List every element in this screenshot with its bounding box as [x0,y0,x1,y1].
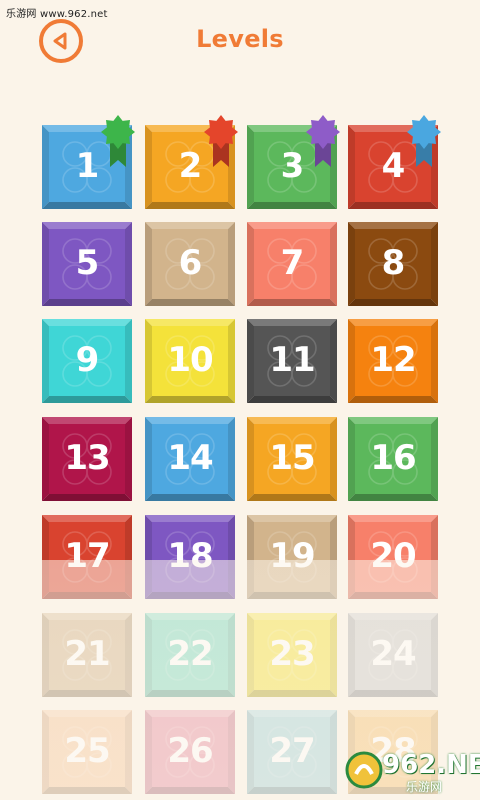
level-number: 23 [269,634,315,675]
level-tile[interactable]: 3 [247,115,340,209]
level-tile[interactable]: 23 [247,613,337,697]
watermark-logo: 962.NET 乐游网 [344,748,480,794]
level-number: 25 [64,731,110,772]
level-tile[interactable]: 20 [348,515,438,599]
award-ribbon-icon [407,115,441,167]
level-number: 26 [167,731,213,772]
level-number: 16 [370,438,416,479]
level-number: 20 [370,536,416,577]
level-tile[interactable]: 6 [145,222,235,306]
level-number: 9 [75,340,100,381]
level-number: 13 [64,438,110,479]
level-number: 22 [167,634,213,675]
level-tile[interactable]: 4 [348,115,441,209]
level-grid: 1 2 3 4 5 6 7 8 9 10 11 12 13 14 15 16 17 18 19 20 21 22 23 24 2… [0,0,480,800]
level-number: 24 [370,634,416,675]
level-tile[interactable]: 21 [42,613,132,697]
level-tile[interactable]: 9 [42,319,132,403]
level-tile[interactable]: 5 [42,222,132,306]
level-tile[interactable]: 19 [247,515,337,599]
level-tile[interactable]: 27 [247,710,337,794]
level-tile[interactable]: 15 [247,417,337,501]
level-number: 7 [280,243,305,284]
level-tile[interactable]: 10 [145,319,235,403]
level-tile[interactable]: 8 [348,222,438,306]
level-tile[interactable]: 13 [42,417,132,501]
level-number: 11 [269,340,315,381]
level-tile[interactable]: 26 [145,710,235,794]
level-tile[interactable]: 17 [42,515,132,599]
level-number: 18 [167,536,213,577]
level-number: 6 [178,243,203,284]
watermark-small: 乐游网 [406,780,443,794]
award-ribbon-icon [204,115,238,167]
level-number: 14 [167,438,213,479]
level-tile[interactable]: 24 [348,613,438,697]
level-tile[interactable]: 18 [145,515,235,599]
level-number: 15 [269,438,315,479]
level-number: 8 [381,243,406,284]
level-tile[interactable]: 7 [247,222,337,306]
level-tile[interactable]: 16 [348,417,438,501]
level-tile[interactable]: 1 [42,115,135,209]
level-tile[interactable]: 14 [145,417,235,501]
level-tile[interactable]: 2 [145,115,238,209]
level-number: 5 [75,243,100,284]
watermark-big: 962.NET [382,750,480,780]
level-number: 17 [64,536,110,577]
level-number: 21 [64,634,110,675]
level-tile[interactable]: 25 [42,710,132,794]
level-number: 12 [370,340,416,381]
level-tile[interactable]: 11 [247,319,337,403]
level-number: 10 [167,340,213,381]
level-number: 27 [269,731,315,772]
level-tile[interactable]: 22 [145,613,235,697]
award-ribbon-icon [101,115,135,167]
level-number: 19 [269,536,315,577]
award-ribbon-icon [306,115,340,167]
level-tile[interactable]: 12 [348,319,438,403]
